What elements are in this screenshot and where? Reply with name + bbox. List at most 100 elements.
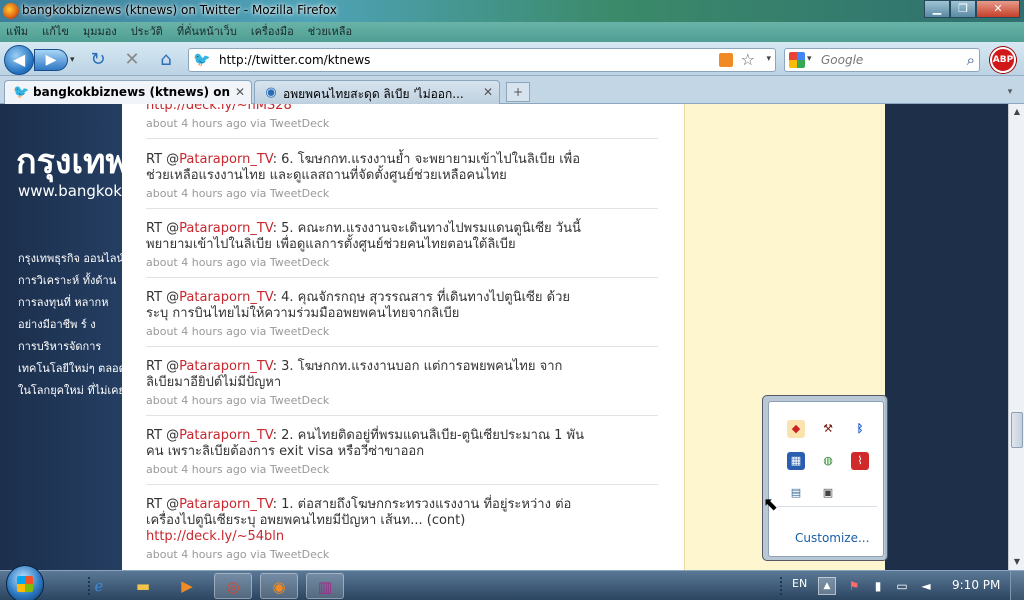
tray-network-icon[interactable]: ◍ [819, 452, 837, 470]
search-input[interactable]: Google [821, 53, 863, 67]
menu-view[interactable]: มุมมอง [83, 22, 117, 42]
description-line: ในโลกยุคใหม่ ที่ไม่เคยหยุด [18, 384, 122, 397]
search-engine-dropdown-icon[interactable]: ▾ [807, 54, 812, 64]
tweet-item: RT @Pataraporn_TV: 4. คุณจักรกฤษ สุวรรณส… [146, 290, 658, 347]
adblock-plus-button[interactable]: ABP [990, 47, 1016, 73]
tray-monitor-icon[interactable]: ▤ [787, 484, 805, 502]
scroll-up-icon[interactable]: ▲ [1009, 104, 1024, 120]
description-line: การลงทุนที่ หลากห [18, 296, 109, 309]
page-background [885, 104, 1008, 570]
tab-bar: 🐦 bangkokbiznews (ktnews) on Twi... ✕ ◉ … [0, 76, 1024, 104]
menu-bookmarks[interactable]: ที่คั่นหน้าเว็บ [177, 22, 237, 42]
reload-icon[interactable]: ↻ [88, 50, 108, 70]
menu-tools[interactable]: เครื่องมือ [251, 22, 294, 42]
tray-grip[interactable] [780, 577, 784, 595]
tweet-username[interactable]: Pataraporn_TV [179, 152, 272, 167]
tweet-username[interactable]: Pataraporn_TV [179, 497, 272, 512]
tweet-username[interactable]: Pataraporn_TV [179, 290, 272, 305]
file-explorer-icon[interactable]: ▬ [124, 573, 162, 599]
title-bar: bangkokbiznews (ktnews) on Twitter - Moz… [0, 0, 1024, 22]
tweet-item: RT @Pataraporn_TV: 2. คนไทยติดอยู่ที่พรม… [146, 428, 658, 485]
power-icon[interactable]: ▮ [870, 578, 886, 594]
show-hidden-icons-button[interactable]: ▲ [818, 577, 836, 595]
close-window-button[interactable]: ✕ [976, 0, 1020, 18]
vertical-scrollbar[interactable]: ▲ ▼ [1008, 104, 1024, 570]
site-description: กรุงเทพธุรกิจ ออนไลน์ การวิเคราะห์ ทั้งด… [18, 248, 122, 402]
clock[interactable]: 9:10 PM [952, 578, 1000, 592]
rt-prefix: RT @ [146, 221, 180, 236]
tray-window-icon[interactable]: ▦ [787, 452, 805, 470]
description-line: เทคโนโลยีใหม่ๆ ตลอดจน [18, 362, 122, 375]
tweet-meta[interactable]: about 4 hours ago via TweetDeck [146, 394, 658, 407]
start-button[interactable] [6, 565, 44, 600]
tray-red-app-icon[interactable]: ⌇ [851, 452, 869, 470]
tweet-item: RT @Pataraporn_TV: 5. คณะกท.แรงงานจะเดิน… [146, 221, 658, 278]
tweet-username[interactable]: Pataraporn_TV [179, 359, 272, 374]
tweet-item: http://deck.ly/~hMS28 about 4 hours ago … [146, 104, 658, 139]
customize-link[interactable]: Customize... [795, 531, 869, 545]
tweet-username[interactable]: Pataraporn_TV [179, 221, 272, 236]
maximize-button[interactable]: ❐ [950, 0, 976, 18]
minimize-button[interactable]: ▁ [924, 0, 950, 18]
back-button[interactable]: ◀ [4, 45, 34, 75]
menu-edit[interactable]: แก้ไข [42, 22, 69, 42]
close-tab-icon[interactable]: ✕ [235, 85, 245, 99]
tweet-meta[interactable]: about 4 hours ago via TweetDeck [146, 463, 658, 476]
search-icon[interactable]: ⌕ [967, 51, 975, 69]
rss-feed-icon[interactable] [719, 53, 733, 67]
menu-history[interactable]: ประวัติ [131, 22, 163, 42]
tweet-meta[interactable]: about 4 hours ago via TweetDeck [146, 256, 658, 269]
description-line: การบริหารจัดการ [18, 340, 102, 353]
search-bar[interactable]: G ▾ Google ⌕ [784, 48, 980, 72]
volume-icon[interactable]: ◄ [918, 578, 934, 594]
tray-device-icon[interactable]: ▣ [819, 484, 837, 502]
tweet-timeline: http://deck.ly/~hMS28 about 4 hours ago … [122, 104, 684, 570]
url-dropdown-icon[interactable]: ▾ [766, 54, 771, 64]
winrar-taskbar-button[interactable]: ▥ [306, 573, 344, 599]
bluetooth-icon[interactable]: ᛒ [851, 420, 869, 438]
tweet-link[interactable]: http://deck.ly/~hMS28 [146, 104, 292, 113]
tab-label: bangkokbiznews (ktnews) on Twi... [33, 85, 233, 99]
forward-button[interactable]: ▶ [34, 49, 68, 71]
tweet-meta[interactable]: about 4 hours ago via TweetDeck [146, 548, 658, 561]
home-icon[interactable]: ⌂ [156, 50, 176, 70]
close-tab-icon[interactable]: ✕ [483, 85, 493, 99]
menu-help[interactable]: ช่วยเหลือ [308, 22, 352, 42]
scroll-down-icon[interactable]: ▼ [1009, 554, 1024, 570]
firefox-icon[interactable] [3, 3, 19, 19]
rt-prefix: RT @ [146, 152, 180, 167]
tweet-meta[interactable]: about 4 hours ago via TweetDeck [146, 117, 658, 130]
bookmark-star-icon[interactable]: ☆ [741, 50, 755, 69]
new-tab-button[interactable]: + [506, 82, 530, 102]
stop-icon[interactable]: ✕ [122, 50, 142, 70]
chrome-taskbar-button[interactable]: ◎ [214, 573, 252, 599]
site-header-panel: กรุงเทพ www.bangkok กรุงเทพธุรกิจ ออนไลน… [0, 104, 122, 570]
tab-twitter[interactable]: 🐦 bangkokbiznews (ktnews) on Twi... ✕ [4, 80, 252, 104]
tab-news[interactable]: ◉ อพยพคนไทยสะดุด ลิเบีย 'ไม่ออก... ✕ [254, 80, 500, 104]
internet-explorer-icon[interactable]: ℯ [80, 573, 118, 599]
tweet-meta[interactable]: about 4 hours ago via TweetDeck [146, 325, 658, 338]
tray-app-icon[interactable]: ◆ [787, 420, 805, 438]
show-desktop-button[interactable] [1010, 571, 1024, 600]
scroll-thumb[interactable] [1011, 412, 1023, 448]
action-center-icon[interactable]: ⚑ [846, 578, 862, 594]
google-icon[interactable]: G [789, 52, 805, 68]
url-text[interactable]: http://twitter.com/ktnews [219, 53, 370, 67]
tweet-username[interactable]: Pataraporn_TV [179, 428, 272, 443]
navigation-toolbar: ▶ ◀ ▾ ↻ ✕ ⌂ 🐦 http://twitter.com/ktnews … [0, 42, 1024, 76]
address-bar[interactable]: 🐦 http://twitter.com/ktnews ☆ ▾ [188, 48, 776, 72]
media-player-icon[interactable]: ▶ [168, 573, 206, 599]
site-logo[interactable]: กรุงเทพ [16, 134, 122, 188]
tab-list-dropdown-icon[interactable]: ▾ [1002, 82, 1018, 102]
language-indicator[interactable]: EN [792, 577, 807, 590]
history-dropdown-icon[interactable]: ▾ [70, 55, 75, 65]
tweet-meta[interactable]: about 4 hours ago via TweetDeck [146, 187, 658, 200]
tray-tool-icon[interactable]: ⚒ [819, 420, 837, 438]
site-url[interactable]: www.bangkok [18, 182, 122, 200]
firefox-taskbar-button[interactable]: ◉ [260, 573, 298, 599]
tab-label: อพยพคนไทยสะดุด ลิเบีย 'ไม่ออก... [283, 87, 464, 101]
menu-file[interactable]: แฟ้ม [6, 22, 28, 42]
network-icon[interactable]: ▭ [894, 578, 910, 594]
tweet-link[interactable]: http://deck.ly/~54bln [146, 529, 284, 544]
description-line: อย่างมีอาชีพ ร์ ง [18, 318, 96, 331]
